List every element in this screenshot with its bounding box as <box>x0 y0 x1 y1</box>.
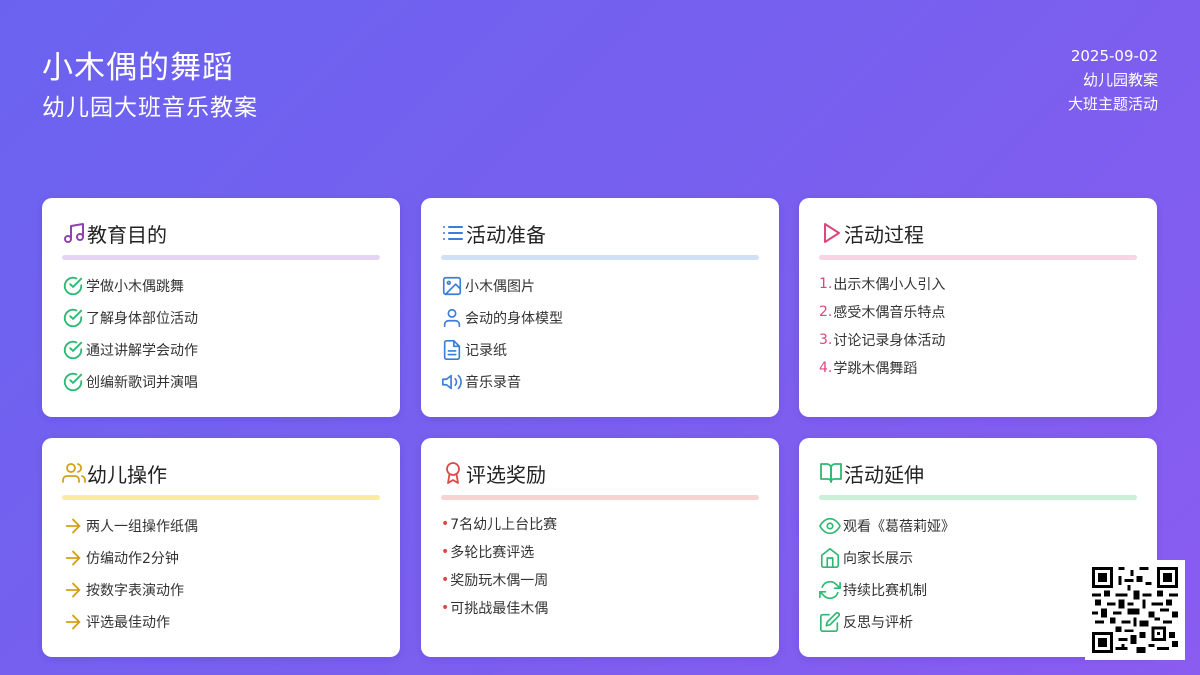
bullet-dot: • <box>441 544 450 560</box>
step-number: 4. <box>819 360 833 376</box>
card-prep: 活动准备 小木偶图片 会动的身体模型 记录纸 音乐录音 <box>421 198 779 417</box>
card-title: 活动过程 <box>844 222 924 247</box>
list-item: 记录纸 <box>441 334 759 366</box>
card-divider <box>62 255 380 260</box>
step-number: 2. <box>819 304 833 320</box>
list-item: 3. 讨论记录身体活动 <box>819 332 946 349</box>
qr-code-icon <box>1092 567 1178 653</box>
date-label: 2025-09-02 <box>1070 47 1158 65</box>
step-number: 1. <box>819 276 833 292</box>
bullet-dot: • <box>441 600 450 616</box>
list-item: 学做小木偶跳舞 <box>62 270 380 302</box>
card-title: 活动准备 <box>466 222 546 247</box>
list-item: 观看《葛蓓莉娅》 <box>819 510 1137 542</box>
list-item: 2. 感受木偶音乐特点 <box>819 304 946 321</box>
header-meta: 2025-09-02 幼儿园教案 大班主题活动 <box>1068 44 1158 116</box>
list-item: 4. 学跳木偶舞蹈 <box>819 360 918 377</box>
users-icon <box>62 463 86 483</box>
list-item: 两人一组操作纸偶 <box>62 510 380 542</box>
arrow-right-icon <box>65 550 81 566</box>
book-open-icon <box>820 463 842 483</box>
arrow-right-icon <box>65 582 81 598</box>
award-icon <box>446 462 460 484</box>
list-item: 1. 出示木偶小人引入 <box>819 276 946 293</box>
music-note-icon <box>64 223 84 243</box>
list-item: • 7名幼儿上台比赛 <box>441 516 558 533</box>
list-item: • 奖励玩木偶一周 <box>441 572 549 589</box>
home-icon <box>820 548 840 568</box>
play-icon <box>824 223 840 243</box>
list-item: 通过讲解学会动作 <box>62 334 380 366</box>
bullet-dot: • <box>441 572 450 588</box>
topic-label: 大班主题活动 <box>1067 95 1158 113</box>
arrow-right-icon <box>65 518 81 534</box>
card-divider <box>441 255 759 260</box>
page-title: 小木偶的舞蹈 <box>42 50 234 86</box>
list-item: 小木偶图片 <box>441 270 759 302</box>
card-divider <box>819 255 1137 260</box>
check-circle-icon <box>63 276 83 296</box>
volume-icon <box>442 374 462 390</box>
page-subtitle: 幼儿园大班音乐教案 <box>42 95 258 121</box>
card-divider <box>441 495 759 500</box>
document-icon <box>443 340 461 360</box>
card-divider <box>62 495 380 500</box>
list-item: • 可挑战最佳木偶 <box>441 600 549 617</box>
eye-icon <box>819 517 841 535</box>
card-title: 评选奖励 <box>466 462 546 487</box>
check-circle-icon <box>63 372 83 392</box>
list-item: 音乐录音 <box>441 366 759 398</box>
check-circle-icon <box>63 340 83 360</box>
list-icon <box>443 226 463 240</box>
card-divider <box>819 495 1137 500</box>
list-item: 了解身体部位活动 <box>62 302 380 334</box>
card-title: 教育目的 <box>87 222 167 247</box>
card-awards: 评选奖励 • 7名幼儿上台比赛 • 多轮比赛评选 • 奖励玩木偶一周 • 可挑战… <box>421 438 779 657</box>
step-number: 3. <box>819 332 833 348</box>
list-item: 评选最佳动作 <box>62 606 380 638</box>
category-label: 幼儿园教案 <box>1082 71 1158 89</box>
card-title: 活动延伸 <box>844 462 924 487</box>
refresh-icon <box>819 580 841 600</box>
bullet-dot: • <box>441 516 450 532</box>
list-item: 按数字表演动作 <box>62 574 380 606</box>
card-process: 活动过程 1. 出示木偶小人引入 2. 感受木偶音乐特点 3. 讨论记录身体活动… <box>799 198 1157 417</box>
list-item: • 多轮比赛评选 <box>441 544 535 561</box>
arrow-right-icon <box>65 614 81 630</box>
edit-icon <box>820 611 841 632</box>
qr-code[interactable] <box>1085 560 1185 660</box>
user-icon <box>443 308 461 328</box>
check-circle-icon <box>63 308 83 328</box>
list-item: 仿编动作2分钟 <box>62 542 380 574</box>
card-title: 幼儿操作 <box>87 462 167 487</box>
image-icon <box>442 276 462 296</box>
list-item: 会动的身体模型 <box>441 302 759 334</box>
card-goals: 教育目的 学做小木偶跳舞 了解身体部位活动 通过讲解学会动作 创编新歌词并演唱 <box>42 198 400 417</box>
list-item: 创编新歌词并演唱 <box>62 366 380 398</box>
card-practice: 幼儿操作 两人一组操作纸偶 仿编动作2分钟 按数字表演动作 评选最佳动作 <box>42 438 400 657</box>
